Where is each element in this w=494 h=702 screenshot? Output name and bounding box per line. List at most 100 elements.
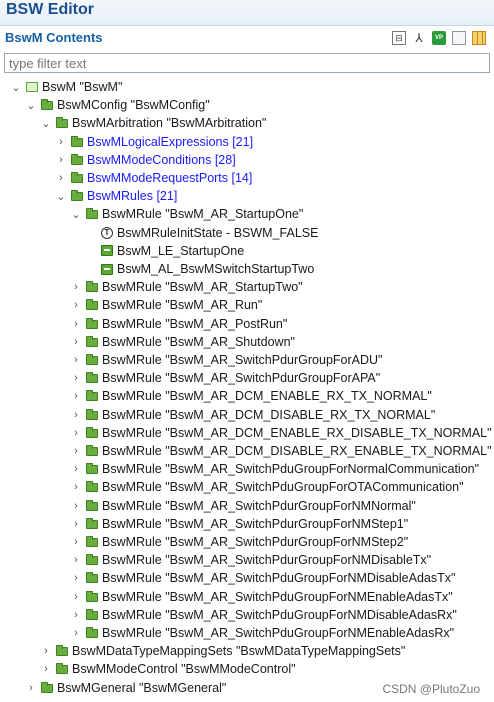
folder-icon [86, 208, 98, 220]
folder-icon [86, 372, 98, 384]
tree-item[interactable]: BswM_AL_BswMSwitchStartupTwo [85, 260, 314, 278]
expand-toggle-icon[interactable]: ⌄ [10, 81, 22, 94]
editor-header: BSW Editor [0, 0, 494, 26]
collapse-toggle-icon[interactable]: › [70, 518, 82, 530]
section-header[interactable]: BswM Contents ⊟ ⅄ VP [0, 28, 494, 50]
tree-item[interactable]: › BswMRule "BswM_AR_SwitchPdurGroupForADU… [70, 351, 382, 369]
tree-item-label: BswM "BswM" [42, 80, 123, 94]
tree-item[interactable]: ⌄ BswMArbitration "BswMArbitration" [40, 114, 266, 132]
tree-item[interactable]: › BswMModeControl "BswMModeControl" [40, 660, 296, 678]
collapse-toggle-icon[interactable]: › [70, 609, 82, 621]
collapse-toggle-icon[interactable]: › [70, 536, 82, 548]
tree-item[interactable]: › BswMRule "BswM_AR_SwitchPdurGroupForNMS… [70, 533, 408, 551]
collapse-toggle-icon[interactable]: › [70, 390, 82, 402]
tree-item[interactable]: › BswMRule "BswM_AR_Run" [70, 296, 262, 314]
tree-item[interactable]: › BswMRule "BswM_AR_SwitchPdurGroupForNMS… [70, 515, 408, 533]
tree-item-label: BswMRule "BswM_AR_StartupOne" [102, 207, 304, 222]
tree-item[interactable]: › BswMRule "BswM_AR_SwitchPduGroupForNorm… [70, 460, 479, 478]
folder-icon [86, 426, 98, 438]
folder-icon [86, 281, 98, 293]
reference-icon [101, 263, 113, 275]
tree-item-label: BswMModeRequestPorts [14] [87, 171, 253, 185]
tree-item[interactable]: ⌄ BswMRule "BswM_AR_StartupOne" [70, 205, 303, 223]
collapse-toggle-icon[interactable]: › [55, 154, 67, 166]
tree-item[interactable]: › BswMRule "BswM_AR_SwitchPdurGroupForNMN… [70, 497, 416, 515]
folder-icon [86, 463, 98, 475]
tree-item-label: BswMRule "BswM_AR_PostRun" [102, 316, 288, 331]
collapse-toggle-icon[interactable]: › [70, 427, 82, 439]
tree-item[interactable]: › BswMRule "BswM_AR_DCM_ENABLE_RX_DISABLE… [70, 424, 491, 442]
tree-item-label: BswMRule "BswM_AR_SwitchPdurGroupForADU" [102, 353, 383, 367]
collapse-toggle-icon[interactable]: › [70, 572, 82, 584]
tree-item[interactable]: › BswMLogicalExpressions [21] [55, 133, 253, 151]
collapse-toggle-icon[interactable]: › [70, 627, 82, 639]
collapse-toggle-icon[interactable]: › [70, 336, 82, 348]
collapse-toggle-icon[interactable]: › [70, 500, 82, 512]
reference-icon [101, 245, 113, 257]
collapse-toggle-icon[interactable]: › [70, 299, 82, 311]
tree-item[interactable]: › BswMRule "BswM_AR_SwitchPduGroupForNMDi… [70, 606, 457, 624]
collapse-toggle-icon[interactable]: › [55, 172, 67, 184]
tree-item[interactable]: › BswMRule "BswM_AR_Shutdown" [70, 333, 295, 351]
collapse-toggle-icon[interactable]: › [70, 409, 82, 421]
vp-button[interactable]: VP [432, 31, 446, 45]
tree-item-label: BswMRule "BswM_AR_SwitchPdurGroupForNMDi… [102, 553, 432, 568]
collapse-toggle-icon[interactable]: › [70, 354, 82, 366]
document-button[interactable] [452, 31, 466, 45]
tree-item[interactable]: › BswMGeneral "BswMGeneral" [25, 679, 226, 697]
tree-item[interactable]: › BswMRule "BswM_AR_StartupTwo" [70, 278, 302, 296]
tree-item-label: BswMRule "BswM_AR_DCM_ENABLE_RX_TX_NORMA… [102, 389, 432, 404]
tree-item[interactable]: › BswMRule "BswM_AR_DCM_ENABLE_RX_TX_NORM… [70, 387, 432, 405]
expand-toggle-icon[interactable]: ⌄ [25, 99, 37, 112]
collapse-toggle-icon[interactable]: › [40, 663, 52, 675]
collapse-toggle-icon[interactable]: › [25, 682, 37, 694]
collapse-toggle-icon[interactable]: › [70, 318, 82, 330]
tree-item[interactable]: › BswMRule "BswM_AR_SwitchPduGroupForOTAC… [70, 478, 464, 496]
tree-item[interactable]: › BswMRule "BswM_AR_SwitchPdurGroupForAPA… [70, 369, 380, 387]
table-button[interactable] [472, 31, 486, 45]
tree-item[interactable]: ⌄ BswMConfig "BswMConfig" [25, 96, 209, 114]
collapse-toggle-icon[interactable]: › [70, 281, 82, 293]
collapse-toggle-icon[interactable]: › [55, 136, 67, 148]
tree-item-label: BswMRule "BswM_AR_SwitchPduGroupForOTACo… [102, 480, 464, 495]
collapse-toggle-icon[interactable]: › [70, 591, 82, 603]
folder-icon [71, 190, 83, 202]
expand-toggle-icon[interactable]: ⌄ [40, 117, 52, 130]
expand-toggle-icon[interactable]: ⌄ [55, 190, 67, 203]
tree-item[interactable]: ⌄ BswMRules [21] [55, 187, 177, 205]
folder-icon [86, 572, 98, 584]
tree-item[interactable]: ⌄ BswM "BswM" [10, 78, 122, 96]
filter-button[interactable]: ⅄ [412, 31, 426, 45]
tree-item[interactable]: › BswMRule "BswM_AR_PostRun" [70, 315, 287, 333]
collapse-toggle-icon[interactable]: › [70, 554, 82, 566]
collapse-toggle-icon[interactable]: › [40, 645, 52, 657]
tree-item[interactable]: › BswMRule "BswM_AR_SwitchPduGroupForNMEn… [70, 588, 453, 606]
tree-item[interactable]: › BswMRule "BswM_AR_SwitchPduGroupForNMDi… [70, 569, 455, 587]
config-tree[interactable]: ⌄ BswM "BswM" ⌄ BswMConfig "BswMConfig" ⌄ Bsw… [0, 76, 494, 702]
folder-icon [86, 481, 98, 493]
folder-icon [56, 645, 68, 657]
tree-item[interactable]: › BswMRule "BswM_AR_SwitchPdurGroupForNMD… [70, 551, 431, 569]
tree-item-label: BswMRules [21] [87, 189, 178, 204]
collapse-all-button[interactable]: ⊟ [392, 31, 406, 45]
tree-item[interactable]: › BswMModeConditions [28] [55, 151, 236, 169]
tree-item[interactable]: › BswMModeRequestPorts [14] [55, 169, 252, 187]
filter-input[interactable] [4, 53, 490, 73]
tree-item[interactable]: › BswMRule "BswM_AR_SwitchPduGroupForNMEn… [70, 624, 454, 642]
tree-item[interactable]: › BswMRule "BswM_AR_DCM_DISABLE_RX_ENABLE… [70, 442, 491, 460]
tree-item[interactable]: › BswMDataTypeMappingSets "BswMDataTypeMa… [40, 642, 405, 660]
expand-toggle-icon[interactable]: ⌄ [70, 208, 82, 221]
tree-item-label: BswMDataTypeMappingSets "BswMDataTypeMap… [72, 644, 406, 659]
tree-item-label: BswMModeControl "BswMModeControl" [72, 662, 296, 677]
tree-item-label: BswMLogicalExpressions [21] [87, 134, 254, 149]
folder-icon [86, 299, 98, 311]
collapse-toggle-icon[interactable]: › [70, 372, 82, 384]
folder-icon [56, 663, 68, 675]
tree-item[interactable]: › BswMRule "BswM_AR_DCM_DISABLE_RX_TX_NOR… [70, 406, 435, 424]
collapse-toggle-icon[interactable]: › [70, 445, 82, 457]
tree-item[interactable]: T BswMRuleInitState - BSWM_FALSE [85, 224, 318, 242]
collapse-toggle-icon[interactable]: › [70, 481, 82, 493]
folder-icon [86, 627, 98, 638]
collapse-toggle-icon[interactable]: › [70, 463, 82, 475]
tree-item[interactable]: BswM_LE_StartupOne [85, 242, 244, 260]
